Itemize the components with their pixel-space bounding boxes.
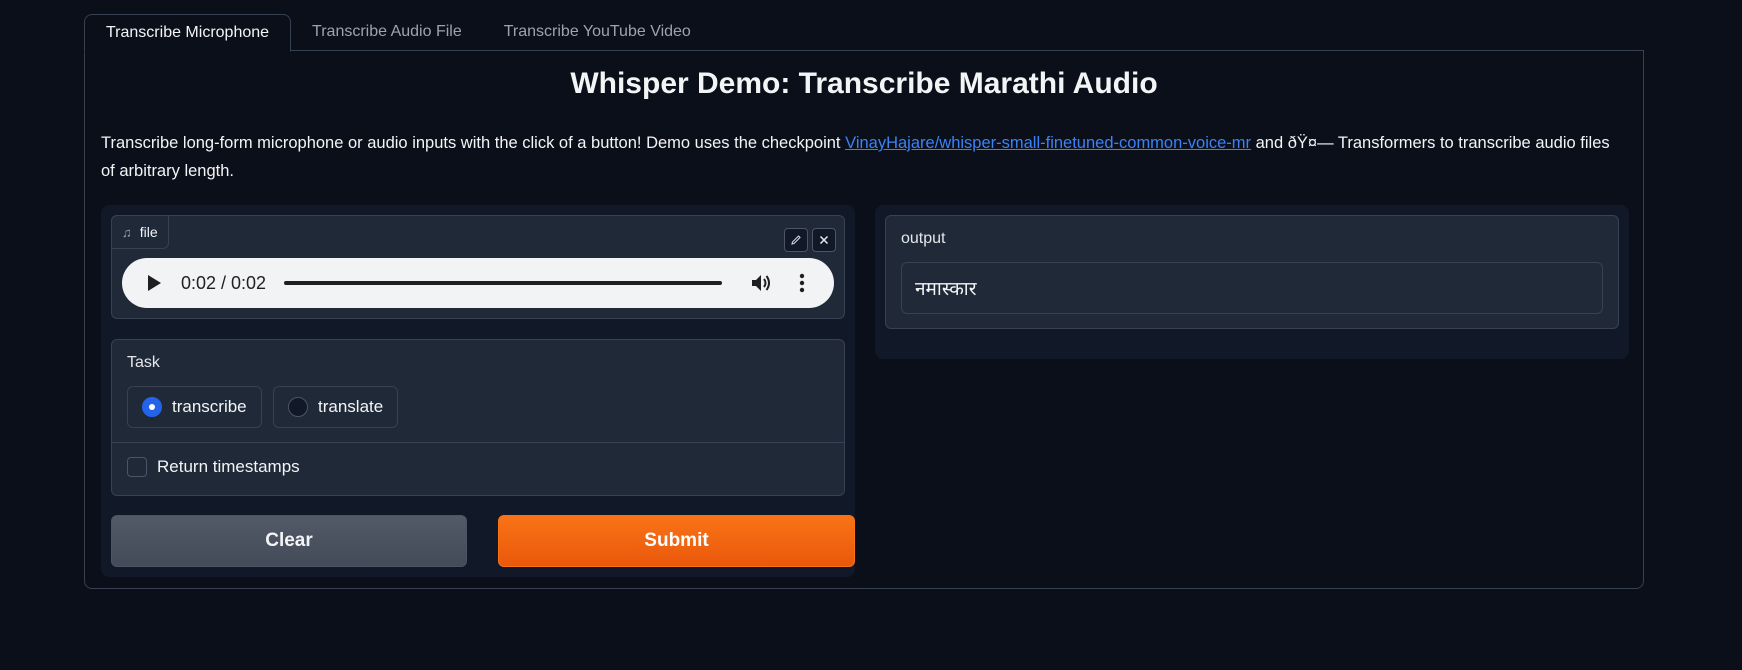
close-icon[interactable]: [812, 228, 836, 252]
task-label: Task: [127, 354, 160, 371]
page-title: Whisper Demo: Transcribe Marathi Audio: [570, 67, 1158, 100]
audio-label: ♫ file: [111, 215, 169, 249]
page-description: Transcribe long-form microphone or audio…: [101, 129, 1627, 185]
tab-transcribe-audio-file[interactable]: Transcribe Audio File: [291, 14, 483, 50]
tab-transcribe-microphone[interactable]: Transcribe Microphone: [84, 14, 292, 52]
more-options-icon[interactable]: [799, 273, 805, 293]
output-block: output नमास्कार: [885, 215, 1619, 329]
output-label: output: [901, 230, 946, 247]
checkbox-icon[interactable]: [127, 457, 147, 477]
task-option-label: translate: [318, 397, 384, 416]
task-option-translate[interactable]: translate: [273, 386, 399, 428]
input-column: ♫ file 0:02 / 0:02 Task transcribe trans…: [101, 205, 855, 577]
audio-label-text: file: [139, 224, 158, 240]
tab-bar: Transcribe Microphone Transcribe Audio F…: [84, 14, 712, 52]
volume-icon[interactable]: [750, 273, 772, 293]
audio-player: 0:02 / 0:02: [122, 258, 834, 308]
output-column: output नमास्कार: [875, 205, 1629, 359]
clear-button[interactable]: Clear: [111, 515, 467, 567]
return-timestamps-label: Return timestamps: [157, 457, 300, 476]
radio-unchecked-icon[interactable]: [288, 397, 308, 417]
tab-panel: Whisper Demo: Transcribe Marathi Audio T…: [84, 50, 1644, 589]
play-icon[interactable]: [146, 274, 162, 292]
submit-button[interactable]: Submit: [498, 515, 855, 567]
task-option-transcribe[interactable]: transcribe: [127, 386, 262, 428]
audio-progress-bar[interactable]: [284, 281, 722, 285]
description-text-start: Transcribe long-form microphone or audio…: [101, 134, 846, 152]
divider: [112, 442, 844, 443]
radio-checked-icon[interactable]: [142, 397, 162, 417]
edit-icon[interactable]: [784, 228, 808, 252]
options-block: Task transcribe translate Return timesta…: [111, 339, 845, 496]
task-option-label: transcribe: [172, 397, 247, 416]
tab-transcribe-youtube-video[interactable]: Transcribe YouTube Video: [483, 14, 712, 50]
audio-time: 0:02 / 0:02: [181, 272, 267, 293]
output-textbox[interactable]: नमास्कार: [901, 262, 1603, 314]
return-timestamps-checkbox[interactable]: Return timestamps: [127, 457, 300, 477]
music-note-icon: ♫: [122, 224, 132, 240]
checkpoint-link[interactable]: VinayHajare/whisper-small-finetuned-comm…: [845, 134, 1251, 152]
audio-input: ♫ file 0:02 / 0:02: [111, 215, 845, 319]
